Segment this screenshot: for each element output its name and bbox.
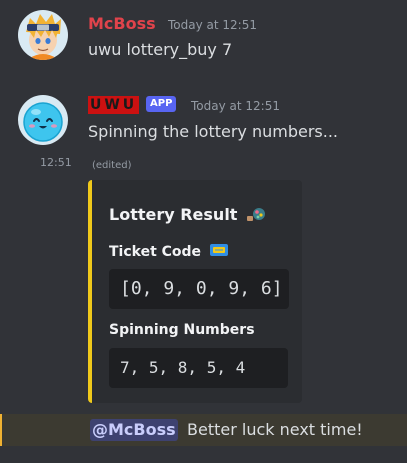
field-ticket-code: Ticket Code <box>109 242 229 262</box>
spinning-numbers-value: 7, 5, 8, 5, 4 <box>109 348 288 388</box>
lottery-icon <box>246 206 266 226</box>
avatar-mcboss[interactable] <box>18 10 68 60</box>
app-badge: APP <box>146 96 177 112</box>
embed-title-text: Lottery Result <box>109 205 238 224</box>
mention-message-text: Better luck next time! <box>187 420 363 439</box>
message-timestamp: Today at 12:51 <box>168 18 257 32</box>
lottery-embed: Lottery Result Ticket Code [0, 9, 0, 9, … <box>88 180 302 403</box>
mcboss-avatar-image <box>18 10 68 60</box>
user-mention[interactable]: @McBoss <box>90 419 178 441</box>
compact-timestamp: 12:51 <box>40 156 72 169</box>
chat-log: McBoss Today at 12:51 uwu lottery_buy 7 … <box>0 0 407 463</box>
message-content: uwu lottery_buy 7 <box>88 40 233 59</box>
embed-title: Lottery Result <box>109 205 266 226</box>
bot-author[interactable]: UWU <box>88 96 140 114</box>
field-spinning-numbers-label: Spinning Numbers <box>109 322 255 338</box>
mention-message: @McBoss Better luck next time! <box>0 414 407 446</box>
message-author[interactable]: McBoss <box>88 14 156 34</box>
ticket-code-value: [0, 9, 0, 9, 6] <box>109 269 289 309</box>
avatar-uwu[interactable] <box>18 95 68 145</box>
uwu-avatar-image <box>18 95 68 145</box>
edited-label: (edited) <box>92 160 132 171</box>
message-timestamp: Today at 12:51 <box>191 99 280 113</box>
field-ticket-code-label: Ticket Code <box>109 244 202 260</box>
ticket-icon <box>209 242 229 262</box>
message-content: Spinning the lottery numbers... <box>88 122 339 141</box>
